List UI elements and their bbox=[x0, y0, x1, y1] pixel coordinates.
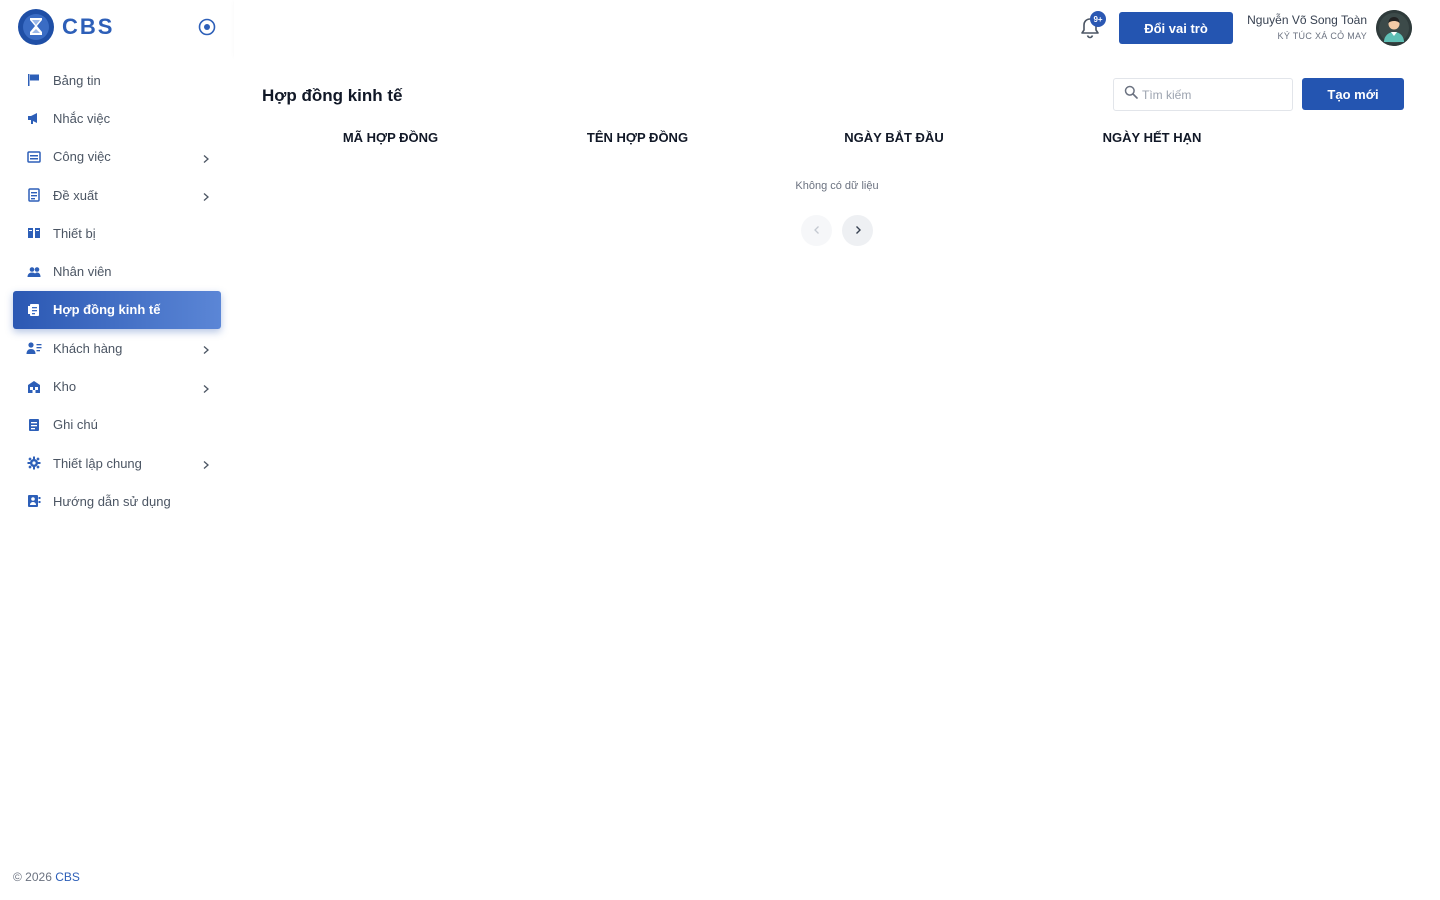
gear-icon bbox=[26, 455, 42, 471]
sidebar-item-de-xuat[interactable]: Đề xuất bbox=[13, 176, 221, 214]
chevron-right-icon bbox=[853, 223, 863, 238]
chevron-right-icon bbox=[201, 458, 211, 470]
chevron-right-icon bbox=[201, 343, 211, 355]
sidebar: CBS Bảng tin Nhắc việc Công việc Đề xuất… bbox=[0, 0, 234, 900]
sidebar-item-khach-hang[interactable]: Khách hàng bbox=[13, 329, 221, 367]
create-new-button[interactable]: Tạo mới bbox=[1302, 78, 1404, 110]
sidebar-item-label: Hướng dẫn sử dụng bbox=[53, 493, 171, 509]
sidebar-item-thiet-lap-chung[interactable]: Thiết lập chung bbox=[13, 444, 221, 482]
sidebar-item-hop-dong-kinh-te[interactable]: Hợp đồng kinh tế bbox=[13, 290, 221, 330]
chevron-right-icon bbox=[201, 152, 211, 163]
chevron-left-icon bbox=[812, 223, 822, 238]
empty-state-text: Không có dữ liệu bbox=[795, 180, 879, 192]
sidebar-item-label: Công việc bbox=[53, 149, 111, 165]
search-icon bbox=[1124, 85, 1138, 104]
sidebar-item-label: Đề xuất bbox=[53, 187, 98, 203]
next-page-button[interactable] bbox=[842, 215, 873, 246]
sidebar-item-thiet-bi[interactable]: Thiết bị bbox=[13, 214, 221, 252]
user-info[interactable]: Nguyễn Võ Song Toàn KÝ TÚC XÁ CỎ MAY bbox=[1247, 13, 1367, 41]
sidebar-item-kho[interactable]: Kho bbox=[13, 367, 221, 405]
sidebar-item-ghi-chu[interactable]: Ghi chú bbox=[13, 406, 221, 444]
previous-page-button[interactable] bbox=[801, 215, 832, 246]
people-icon bbox=[26, 264, 42, 280]
megaphone-icon bbox=[26, 110, 42, 126]
sidebar-item-nhan-vien[interactable]: Nhân viên bbox=[13, 252, 221, 290]
avatar[interactable] bbox=[1376, 10, 1412, 46]
search-box[interactable] bbox=[1113, 78, 1293, 111]
proposal-icon bbox=[26, 187, 42, 203]
sidebar-item-label: Thiết lập chung bbox=[53, 455, 142, 471]
sidebar-nav: Bảng tin Nhắc việc Công việc Đề xuất Thi… bbox=[13, 61, 221, 521]
user-organization: KÝ TÚC XÁ CỎ MAY bbox=[1277, 31, 1367, 41]
collapse-sidebar-icon[interactable] bbox=[197, 17, 217, 37]
column-header-end-date[interactable]: NGÀY HẾT HẠN bbox=[1032, 130, 1272, 150]
page-title: Hợp đồng kinh tế bbox=[262, 86, 403, 105]
flag-icon bbox=[26, 72, 42, 88]
table-header: MÃ HỢP ĐỒNG TÊN HỢP ĐỒNG NGÀY BẮT ĐẦU NG… bbox=[262, 130, 1404, 150]
hourglass-icon bbox=[18, 9, 54, 45]
notification-badge: 9+ bbox=[1090, 11, 1106, 27]
column-header-contract-name[interactable]: TÊN HỢP ĐỒNG bbox=[519, 130, 756, 150]
warehouse-icon bbox=[26, 379, 42, 395]
sidebar-item-label: Nhắc việc bbox=[53, 110, 111, 126]
guide-icon bbox=[26, 493, 42, 509]
sidebar-item-label: Ghi chú bbox=[53, 417, 98, 433]
sidebar-item-label: Thiết bị bbox=[53, 225, 96, 241]
main-content: Hợp đồng kinh tế Tạo mới MÃ HỢP ĐỒNG TÊN… bbox=[234, 56, 1440, 900]
sidebar-item-nhac-viec[interactable]: Nhắc việc bbox=[13, 99, 221, 137]
device-icon bbox=[26, 225, 42, 241]
sidebar-item-huong-dan-su-dung[interactable]: Hướng dẫn sử dụng bbox=[13, 482, 221, 520]
chevron-right-icon bbox=[201, 190, 211, 202]
footer-brand-link[interactable]: CBS bbox=[55, 870, 80, 884]
task-icon bbox=[26, 149, 42, 165]
copyright-text: © 2026 bbox=[13, 870, 52, 884]
brand-name: CBS bbox=[62, 14, 115, 39]
sidebar-item-bang-tin[interactable]: Bảng tin bbox=[13, 61, 221, 99]
contract-icon bbox=[26, 302, 42, 318]
topbar: 9+ Đổi vai trò Nguyễn Võ Song Toàn KÝ TÚ… bbox=[234, 0, 1440, 56]
footer: © 2026 CBS bbox=[13, 870, 80, 884]
sidebar-item-cong-viec[interactable]: Công việc bbox=[13, 138, 221, 176]
column-header-contract-code[interactable]: MÃ HỢP ĐỒNG bbox=[262, 130, 519, 150]
search-input[interactable] bbox=[1142, 87, 1282, 102]
chevron-right-icon bbox=[201, 382, 211, 393]
switch-role-button[interactable]: Đổi vai trò bbox=[1119, 12, 1233, 44]
brand-logo[interactable]: CBS bbox=[18, 8, 114, 46]
sidebar-item-label: Hợp đồng kinh tế bbox=[53, 302, 161, 318]
user-name: Nguyễn Võ Song Toàn bbox=[1247, 13, 1367, 27]
customer-icon bbox=[26, 340, 42, 356]
note-icon bbox=[26, 417, 42, 433]
sidebar-item-label: Khách hàng bbox=[53, 340, 123, 356]
column-header-start-date[interactable]: NGÀY BẮT ĐẦU bbox=[756, 130, 1032, 150]
sidebar-item-label: Nhân viên bbox=[53, 264, 112, 280]
sidebar-item-label: Bảng tin bbox=[53, 72, 101, 88]
sidebar-item-label: Kho bbox=[53, 379, 77, 395]
